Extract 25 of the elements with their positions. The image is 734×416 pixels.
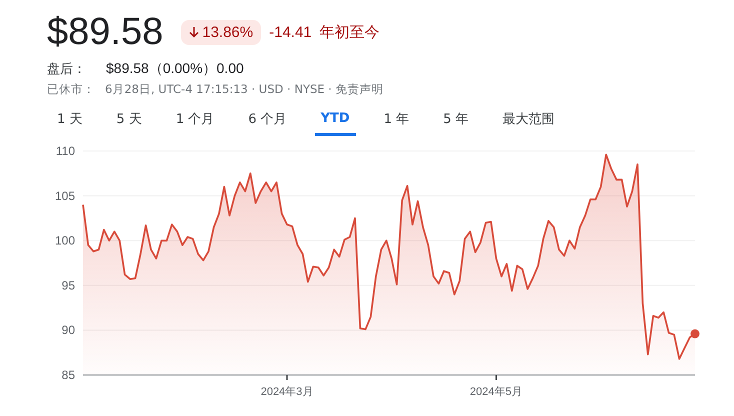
last-price-dot bbox=[690, 329, 700, 338]
range-tab[interactable]: 1 个月 bbox=[170, 107, 220, 136]
x-axis-label: 2024年5月 bbox=[470, 386, 523, 398]
range-tab[interactable]: 5 年 bbox=[437, 107, 475, 136]
y-axis-label: 90 bbox=[62, 323, 75, 338]
range-tab[interactable]: 1 年 bbox=[378, 107, 416, 136]
x-axis-label: 2024年3月 bbox=[260, 386, 314, 398]
after-hours-label: 盘后： bbox=[47, 61, 86, 78]
range-tab[interactable]: 1 天 bbox=[51, 107, 88, 136]
range-tab[interactable]: YTD bbox=[314, 107, 356, 136]
y-axis-label: 95 bbox=[62, 278, 75, 292]
range-tab[interactable]: 最大范围 bbox=[496, 107, 561, 136]
after-hours-value: $89.58（0.00%）0.00 bbox=[106, 60, 244, 78]
market-status-label: 已休市： bbox=[47, 82, 95, 97]
change-percent-badge: 13.86% bbox=[181, 20, 262, 44]
market-status-text: 6月28日, UTC-4 17:15:13 · USD · NYSE · 免责声明 bbox=[105, 82, 384, 97]
range-tab[interactable]: 5 天 bbox=[110, 107, 148, 136]
period-label: 年初至今 bbox=[320, 22, 380, 42]
y-axis-label: 105 bbox=[54, 188, 75, 203]
change-value: -14.41 bbox=[269, 24, 312, 40]
y-axis-label: 100 bbox=[54, 234, 75, 248]
y-axis-label: 85 bbox=[62, 368, 75, 382]
stock-price: $89.58 bbox=[47, 10, 164, 54]
range-tab[interactable]: 6 个月 bbox=[242, 107, 293, 136]
y-axis-label: 110 bbox=[56, 144, 75, 158]
